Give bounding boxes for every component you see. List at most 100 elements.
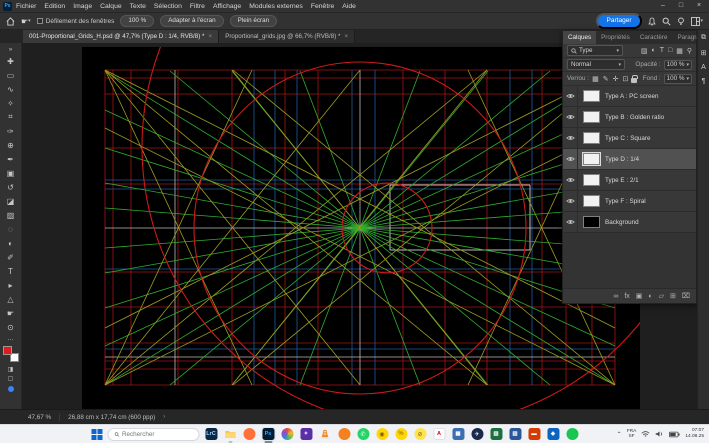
yellow-app-icon-2[interactable]: %	[394, 427, 408, 441]
panel-tab-calques[interactable]: Calques	[563, 31, 596, 44]
panel-tab-caractère[interactable]: Caractère	[635, 31, 673, 44]
checkbox-box[interactable]	[37, 18, 43, 24]
path-selection-tool-icon[interactable]: ▸	[2, 278, 20, 292]
notifications-bell-icon[interactable]	[648, 17, 656, 26]
layer-visibility-eye-icon[interactable]	[563, 149, 578, 169]
layer-thumbnail[interactable]	[583, 216, 600, 228]
firefox-icon[interactable]	[242, 427, 256, 441]
share-button[interactable]: Partager	[596, 13, 643, 29]
lock-all-icon[interactable]	[631, 78, 637, 83]
green-circle-app-icon[interactable]	[565, 427, 579, 441]
lock-paint-icon[interactable]: ✎	[603, 75, 609, 83]
healing-brush-tool-icon[interactable]: ⊕	[2, 138, 20, 152]
start-button[interactable]	[91, 429, 102, 440]
zoom-tool-icon[interactable]: ⊙	[2, 320, 20, 334]
link-layers-icon[interactable]: ∞	[613, 293, 618, 300]
menu-item[interactable]: Calque	[100, 3, 122, 10]
workspace-switcher-icon[interactable]: ▾	[691, 17, 703, 26]
battery-icon[interactable]	[669, 431, 680, 438]
layer-thumbnail[interactable]	[583, 111, 600, 123]
blue-tile-app-icon[interactable]: ▥	[508, 427, 522, 441]
dodge-tool-icon[interactable]: ◐	[2, 236, 20, 250]
layer-row[interactable]: Type B : Golden ratio	[563, 107, 696, 128]
layer-thumbnail[interactable]	[583, 132, 600, 144]
scroll-all-windows-checkbox[interactable]: Défilement des fenêtres	[37, 18, 115, 25]
menu-item[interactable]: Image	[73, 3, 92, 10]
menu-item[interactable]: Edition	[44, 3, 65, 10]
full-screen-button[interactable]: Plein écran	[230, 15, 278, 27]
brush-tool-icon[interactable]: ✒	[2, 152, 20, 166]
eraser-tool-icon[interactable]: ◪	[2, 194, 20, 208]
layer-filter-select[interactable]: Type ▾	[567, 45, 623, 56]
layer-visibility-eye-icon[interactable]	[563, 107, 578, 127]
wifi-icon[interactable]	[641, 430, 650, 438]
layer-thumbnail[interactable]	[583, 174, 600, 186]
layer-row[interactable]: Type F : Spiral	[563, 191, 696, 212]
hand-tool-icon[interactable]: ☛	[2, 306, 20, 320]
document-tab[interactable]: Proportional_grids.jpg @ 66,7% (RVB/8) *…	[219, 30, 355, 43]
crop-tool-icon[interactable]: ⌗	[2, 110, 20, 124]
status-chevron-icon[interactable]: ›	[163, 414, 165, 420]
taskbar-search[interactable]	[107, 428, 199, 441]
adjustment-layer-icon[interactable]: ◐	[648, 293, 652, 300]
maximize-button[interactable]: □	[673, 0, 689, 12]
history-brush-tool-icon[interactable]: ↺	[2, 180, 20, 194]
opacity-value[interactable]: 100 %▾	[664, 60, 692, 70]
quick-mask-icon[interactable]: ◨	[2, 365, 20, 374]
gradient-tool-icon[interactable]: ▨	[2, 208, 20, 222]
layer-row[interactable]: Type D : 1/4	[563, 149, 696, 170]
dark-circle-app-icon[interactable]: ✈	[470, 427, 484, 441]
edit-toolbar-icon[interactable]: …	[2, 334, 20, 343]
layer-visibility-eye-icon[interactable]	[563, 212, 578, 232]
menu-item[interactable]: Modules externes	[249, 3, 303, 10]
acrobat-icon[interactable]: A	[432, 427, 446, 441]
fill-value[interactable]: 100 %▾	[664, 74, 692, 84]
tab-close-icon[interactable]: ×	[344, 33, 348, 40]
clone-stamp-tool-icon[interactable]: ▣	[2, 166, 20, 180]
lock-position-icon[interactable]: ✛	[613, 75, 619, 83]
photos-app-icon[interactable]	[280, 427, 294, 441]
layer-row[interactable]: Type E : 2/1	[563, 170, 696, 191]
filter-shape-layers-icon[interactable]: □	[668, 47, 672, 54]
filter-smart-objects-icon[interactable]: ▦	[676, 47, 683, 55]
toolbar-collapse-icon[interactable]: »	[2, 45, 20, 54]
menu-item[interactable]: Fichier	[16, 3, 36, 10]
close-button[interactable]: ×	[691, 0, 707, 12]
menu-item[interactable]: Fenêtre	[311, 3, 334, 10]
panel-tab-propriétés[interactable]: Propriétés	[596, 31, 635, 44]
yellow-app-icon-3[interactable]: ⊘	[413, 427, 427, 441]
color-swatches[interactable]	[3, 346, 19, 362]
foreground-color-swatch[interactable]	[3, 346, 12, 355]
lock-artboard-icon[interactable]: ⊡	[622, 75, 628, 83]
type-tool-icon[interactable]: T	[2, 264, 20, 278]
marquee-tool-icon[interactable]: ▭	[2, 68, 20, 82]
layer-thumbnail[interactable]	[583, 195, 600, 207]
photoshop-icon[interactable]: Ps	[261, 427, 275, 441]
purple-app-icon[interactable]: ✦	[299, 427, 313, 441]
document-tab[interactable]: 001-Proportional_Grids_H.psd @ 47,7% (Ty…	[23, 30, 219, 43]
discover-bulb-icon[interactable]	[677, 17, 685, 26]
hidden-icons-chevron-icon[interactable]: ⌃	[617, 431, 622, 438]
file-explorer-icon[interactable]	[223, 427, 237, 441]
clock[interactable]: 07:0714.08.25	[685, 428, 704, 439]
layer-row[interactable]: Type A : PC screen	[563, 86, 696, 107]
speaker-icon[interactable]	[655, 430, 664, 438]
pen-tool-icon[interactable]: ✐	[2, 250, 20, 264]
layer-row[interactable]: Type C : Square	[563, 128, 696, 149]
menu-item[interactable]: Sélection	[154, 3, 182, 10]
tab-close-icon[interactable]: ×	[208, 33, 212, 40]
layer-row[interactable]: Background	[563, 212, 696, 233]
fit-screen-button[interactable]: Adapter à l'écran	[160, 15, 223, 27]
layer-visibility-eye-icon[interactable]	[563, 86, 578, 106]
collapsed-paragraph-panel-icon[interactable]: ¶	[702, 78, 706, 85]
delete-layer-icon[interactable]: ⌧	[682, 292, 690, 300]
filter-adjustment-layers-icon[interactable]: ◐	[651, 47, 655, 54]
red-tile-app-icon[interactable]: ▬	[527, 427, 541, 441]
vlc-icon[interactable]	[318, 427, 332, 441]
magic-wand-tool-icon[interactable]: ✧	[2, 96, 20, 110]
zoom-100-button[interactable]: 100 %	[120, 15, 154, 27]
blue-tile-app-icon-2[interactable]: ◈	[546, 427, 560, 441]
collapsed-layers-panel-icon[interactable]: ⧉	[701, 34, 706, 42]
layer-visibility-eye-icon[interactable]	[563, 170, 578, 190]
layer-thumbnail[interactable]	[583, 90, 600, 102]
